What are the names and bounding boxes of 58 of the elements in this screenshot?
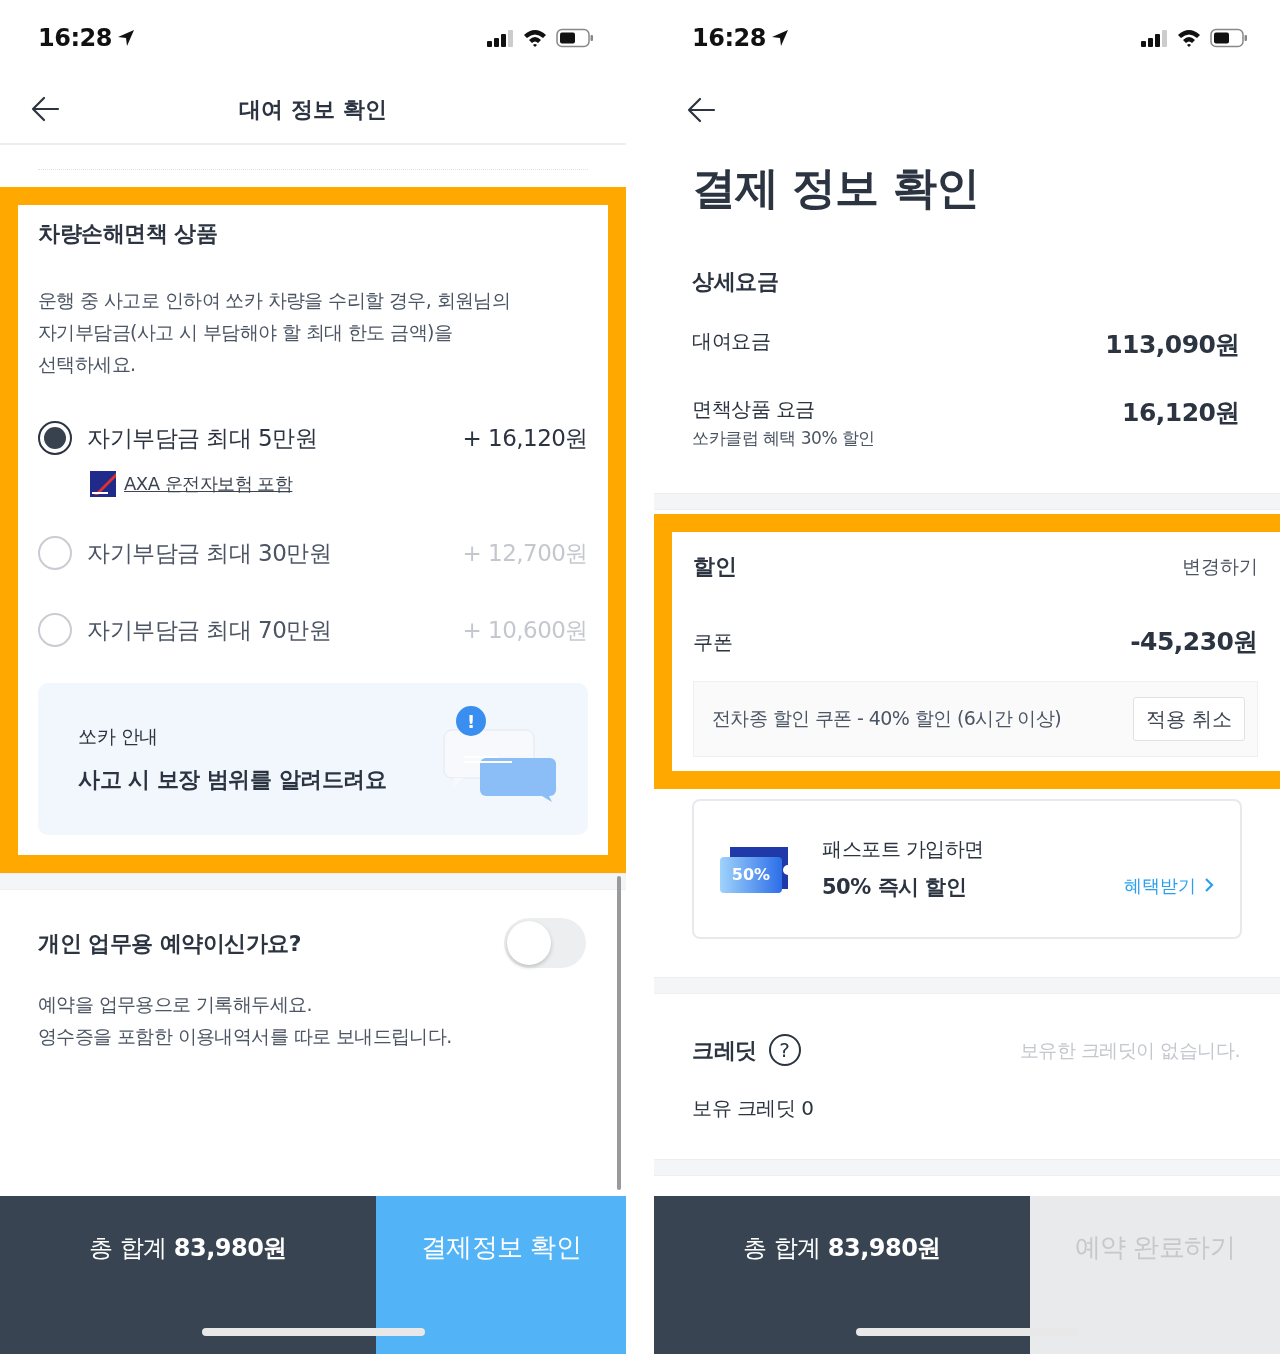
promo-title: 50% 즉시 할인 xyxy=(822,873,968,901)
option-label: 자기부담금 최대 70만원 xyxy=(87,615,332,645)
section-title: 차량손해면책 상품 xyxy=(38,220,219,248)
back-button[interactable] xyxy=(30,96,60,122)
info-title: 사고 시 보장 범위를 알려드려요 xyxy=(78,765,388,794)
fee-label: 대여요금 xyxy=(692,328,770,355)
coupon-amount: -45,230원 xyxy=(1130,626,1258,658)
home-indicator[interactable] xyxy=(202,1328,425,1336)
total-price: 총 합계 83,980원 xyxy=(743,1233,941,1264)
promo-caption: 패스포트 가입하면 xyxy=(822,835,985,863)
home-indicator[interactable] xyxy=(856,1328,1079,1336)
option-price: + 12,700원 xyxy=(462,538,588,568)
insurer-logo-icon xyxy=(90,470,116,497)
option-label: 자기부담금 최대 5만원 xyxy=(87,423,318,453)
radio-button[interactable] xyxy=(38,421,72,455)
section-description: 예약을 업무용으로 기록해두세요. 영수증을 포함한 이용내역서를 따로 보내드립니다. xyxy=(38,992,453,1049)
back-button[interactable] xyxy=(686,97,716,123)
section-title: 할인 xyxy=(693,553,736,581)
chevron-right-icon xyxy=(1204,877,1214,893)
insurance-link[interactable]: AXA 운전자보험 포함 xyxy=(124,470,293,497)
info-card[interactable]: 쏘카 안내 사고 시 보장 범위를 알려드려요 ! xyxy=(38,683,588,835)
section-description: 운행 중 사고로 인하여 쏘카 차량을 수리할 경우, 회원님의 자기부담금(사고 시 부담해야 할 최대 한도 금액)을 선택하세요. xyxy=(38,288,512,377)
section-title: 상세요금 xyxy=(692,268,779,296)
cancel-coupon-button[interactable]: 적용 취소 xyxy=(1132,696,1245,741)
signal-icon xyxy=(486,28,514,47)
coupon-name: 전차종 할인 쿠폰 - 40% 할인 (6시간 이상) xyxy=(712,706,1062,732)
page-title: 결제 정보 확인 xyxy=(691,161,980,215)
alert-badge: ! xyxy=(456,706,486,736)
signal-icon xyxy=(1140,28,1168,47)
battery-icon xyxy=(1210,27,1248,48)
promo-card[interactable]: 50% 패스포트 가입하면 50% 즉시 할인 혜택받기 xyxy=(692,798,1242,939)
fee-label: 면책상품 요금 xyxy=(692,395,816,423)
option-price: + 16,120원 xyxy=(462,423,588,453)
status-time: 16:28 xyxy=(38,22,112,54)
section-title: 개인 업무용 예약이신가요? xyxy=(38,929,302,958)
scrollbar-thumb[interactable] xyxy=(617,876,621,1190)
fee-note: 쏘카클럽 혜택 30% 할인 xyxy=(692,426,875,450)
back-arrow-icon xyxy=(686,97,716,123)
credit-empty-note: 보유한 크레딧이 없습니다. xyxy=(1019,1037,1240,1063)
status-time: 16:28 xyxy=(692,22,766,54)
back-arrow-icon xyxy=(30,96,60,122)
battery-icon xyxy=(556,27,594,48)
total-price: 총 합계 83,980원 xyxy=(89,1233,287,1264)
credit-balance: 보유 크레딧 0 xyxy=(692,1094,815,1122)
option-label: 자기부담금 최대 30만원 xyxy=(87,538,332,568)
option-price: + 10,600원 xyxy=(462,615,588,645)
page-title: 대여 정보 확인 xyxy=(239,96,387,122)
info-caption: 쏘카 안내 xyxy=(78,724,159,750)
fee-amount: 113,090원 xyxy=(1105,329,1240,361)
fee-amount: 16,120원 xyxy=(1122,396,1240,429)
change-link[interactable]: 변경하기 xyxy=(1182,552,1258,581)
ticket-label: 50% xyxy=(720,856,782,893)
wifi-icon xyxy=(1176,27,1202,48)
wifi-icon xyxy=(522,27,548,48)
section-title: 크레딧 xyxy=(692,1036,757,1065)
help-button[interactable]: ? xyxy=(768,1034,801,1066)
coupon-label: 쿠폰 xyxy=(693,628,732,656)
toggle-switch[interactable] xyxy=(504,918,586,968)
